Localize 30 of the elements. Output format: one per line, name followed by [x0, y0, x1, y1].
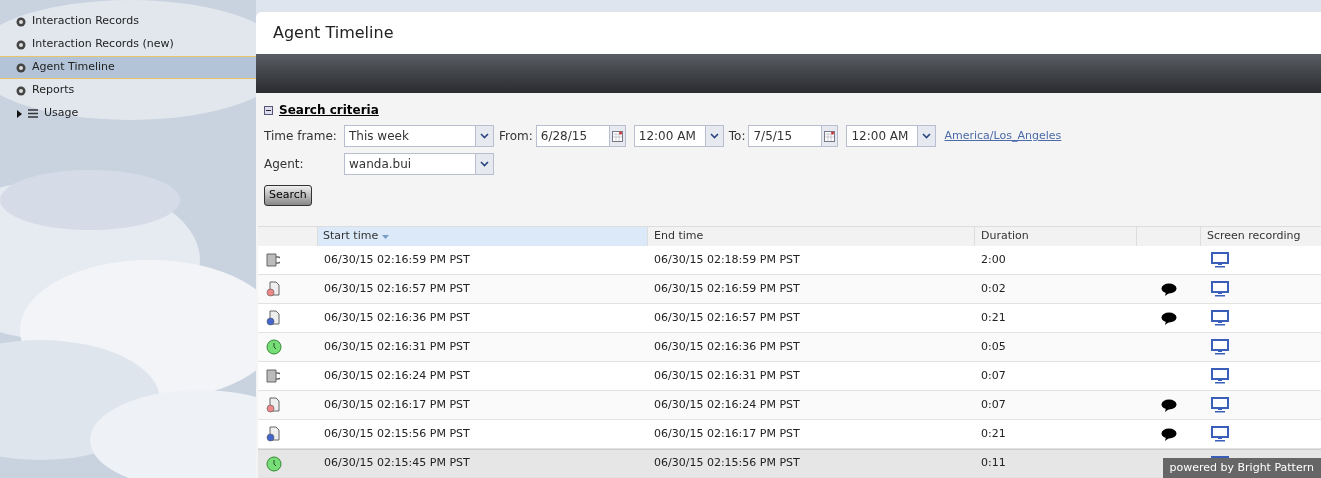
- table-cell-text: 06/30/15 02:16:31 PM PST: [323, 338, 471, 355]
- table-cell-text: 06/30/15 02:16:24 PM PST: [653, 396, 801, 413]
- table-cell-text: 0:02: [980, 280, 1007, 297]
- powered-by-toast: powered by Bright Pattern: [1162, 458, 1321, 478]
- table-cell-text: 06/30/15 02:16:31 PM PST: [653, 367, 801, 384]
- table-cell-text: 06/30/15 02:16:17 PM PST: [323, 396, 471, 413]
- field-label: Agent:: [264, 156, 305, 174]
- table-cell-text: 06/30/15 02:16:36 PM PST: [323, 309, 471, 326]
- table-cell-text: 0:21: [980, 309, 1007, 326]
- table-cell-text: 06/30/15 02:16:57 PM PST: [323, 280, 471, 297]
- table-cell-text: 0:11: [980, 455, 1007, 472]
- table-cell-text: 0:07: [980, 396, 1007, 413]
- table-cell-text: 06/30/15 02:15:56 PM PST: [653, 455, 801, 472]
- table-cell-text: 06/30/15 02:15:45 PM PST: [323, 455, 471, 472]
- table-cell-text: 06/30/15 02:15:56 PM PST: [323, 425, 471, 442]
- field-label: To:: [728, 128, 746, 146]
- table-cell-text: 06/30/15 02:16:59 PM PST: [653, 280, 801, 297]
- field-label: Time frame:: [264, 128, 338, 146]
- table-cell-text: 06/30/15 02:16:57 PM PST: [653, 309, 801, 326]
- field-label: From:: [499, 128, 533, 146]
- table-cell-text: 0:07: [980, 367, 1007, 384]
- table-cell-text: 06/30/15 02:16:59 PM PST: [323, 251, 471, 268]
- table-cell-text: 0:05: [980, 338, 1007, 355]
- table-cell-text: 06/30/15 02:18:59 PM PST: [653, 251, 801, 268]
- table-cell-text: 06/30/15 02:16:17 PM PST: [653, 425, 801, 442]
- table-cell-text: 2:00: [980, 251, 1007, 268]
- table-cell-text: 06/30/15 02:16:36 PM PST: [653, 338, 801, 355]
- page-title: Agent Timeline: [273, 22, 394, 45]
- table-cell-text: 06/30/15 02:16:24 PM PST: [323, 367, 471, 384]
- table-cell-text: 0:21: [980, 425, 1007, 442]
